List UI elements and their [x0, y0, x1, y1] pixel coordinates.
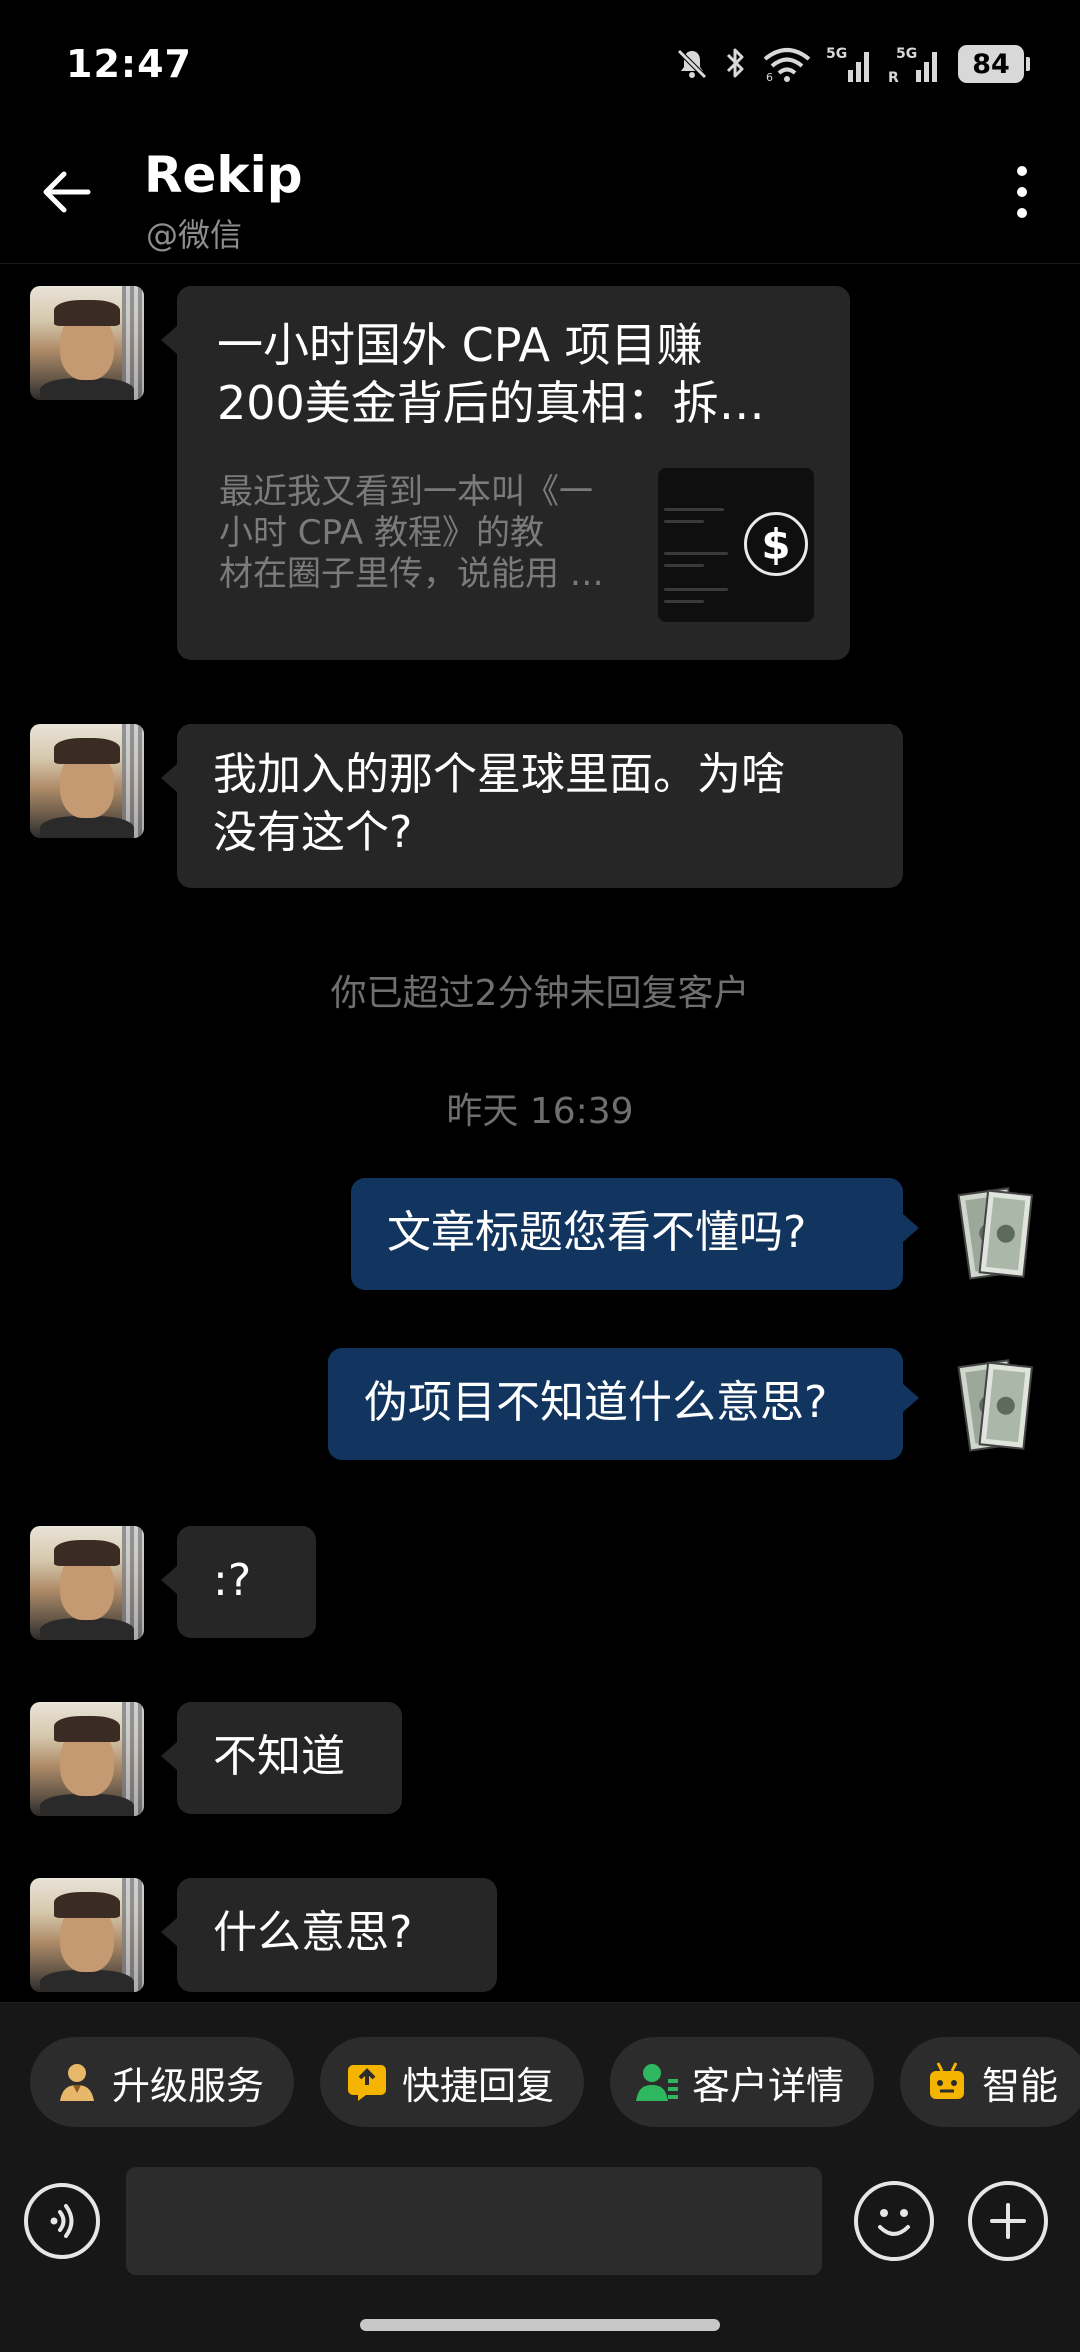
- home-indicator[interactable]: [360, 2319, 720, 2331]
- emoji-icon: [878, 2209, 910, 2236]
- quick-action-chips: 升级服务 快捷回复 客户详情 智能: [30, 2037, 1080, 2127]
- status-icons: 6 5G 5G R 84: [674, 44, 1030, 84]
- contact-avatar[interactable]: [30, 286, 144, 400]
- chip-quick-reply[interactable]: 快捷回复: [320, 2037, 585, 2127]
- more-actions-button[interactable]: [968, 2181, 1048, 2261]
- input-row: [0, 2163, 1080, 2283]
- contact-name: Rekip: [144, 146, 303, 204]
- back-button[interactable]: [34, 160, 98, 224]
- svg-text:R: R: [888, 70, 899, 84]
- message-input[interactable]: [126, 2167, 822, 2275]
- contact-avatar[interactable]: [30, 1702, 144, 1816]
- incoming-message[interactable]: 我加入的那个星球里面。为啥 没有这个?: [161, 724, 903, 888]
- timestamp: 昨天 16:39: [446, 1091, 634, 1132]
- chip-upgrade-service[interactable]: 升级服务: [30, 2037, 295, 2127]
- status-time: 12:47: [66, 42, 192, 86]
- contact-avatar[interactable]: [30, 1526, 144, 1640]
- back-arrow-icon: [43, 171, 91, 213]
- link-card-title: 一小时国外 CPA 项目赚 200美金背后的真相：拆…: [217, 318, 765, 430]
- link-card-thumbnail: $: [658, 468, 814, 622]
- person-badge-icon: [54, 2059, 100, 2105]
- plus-icon: [990, 2203, 1026, 2239]
- contact-avatar[interactable]: [30, 724, 144, 838]
- contact-avatar[interactable]: [30, 1878, 144, 1992]
- outgoing-message[interactable]: 文章标题您看不懂吗?: [351, 1178, 919, 1290]
- wifi-icon: 6: [763, 48, 811, 83]
- status-bar: 12:47 6 5G 5G R 84: [0, 0, 1080, 140]
- emoji-button[interactable]: [854, 2181, 934, 2261]
- customer-detail-icon: [634, 2059, 680, 2105]
- link-card-message[interactable]: 一小时国外 CPA 项目赚 200美金背后的真相：拆… 最近我又看到一本叫《一 …: [161, 286, 850, 660]
- voice-input-button[interactable]: [24, 2183, 100, 2259]
- mute-bell-icon: [677, 49, 707, 79]
- outgoing-message[interactable]: 伪项目不知道什么意思?: [328, 1348, 919, 1460]
- link-card-description: 最近我又看到一本叫《一 小时 CPA 教程》的教 材在圈子里传，说能用 …: [219, 472, 604, 594]
- more-dot-icon: [1017, 187, 1027, 197]
- chat-screen: 12:47 6 5G 5G R 84 Rekip @微信 一小时国外 CPA 项…: [0, 0, 1080, 2352]
- money-avatar-icon[interactable]: [944, 1348, 1054, 1458]
- chip-smart[interactable]: 智能: [900, 2037, 1080, 2127]
- chip-customer-detail[interactable]: 客户详情: [610, 2037, 875, 2127]
- svg-text:5G: 5G: [826, 46, 847, 62]
- battery-indicator: 84: [958, 45, 1030, 83]
- more-dot-icon: [1017, 166, 1027, 176]
- contact-source: @微信: [146, 216, 243, 254]
- quick-reply-icon: [344, 2059, 390, 2105]
- dollar-icon: $: [744, 512, 808, 576]
- money-avatar-icon[interactable]: [944, 1176, 1054, 1286]
- bluetooth-icon: [726, 48, 744, 78]
- signal-5g-roaming-icon: 5G R: [888, 46, 937, 84]
- voice-icon: [50, 2204, 74, 2238]
- chat-header: Rekip @微信: [0, 140, 1080, 264]
- system-notice: 你已超过2分钟未回复客户: [330, 973, 750, 1014]
- svg-text:5G: 5G: [896, 46, 917, 62]
- more-dot-icon: [1017, 208, 1027, 218]
- robot-icon: [924, 2059, 970, 2105]
- incoming-message[interactable]: 不知道: [161, 1702, 402, 1814]
- bottom-toolbar: 升级服务 快捷回复 客户详情 智能: [0, 2002, 1080, 2352]
- incoming-message[interactable]: 什么意思?: [161, 1878, 497, 1992]
- incoming-message[interactable]: :?: [161, 1526, 316, 1638]
- signal-5g-icon: 5G: [826, 46, 869, 82]
- more-options-button[interactable]: [994, 156, 1050, 228]
- svg-text:6: 6: [766, 71, 773, 83]
